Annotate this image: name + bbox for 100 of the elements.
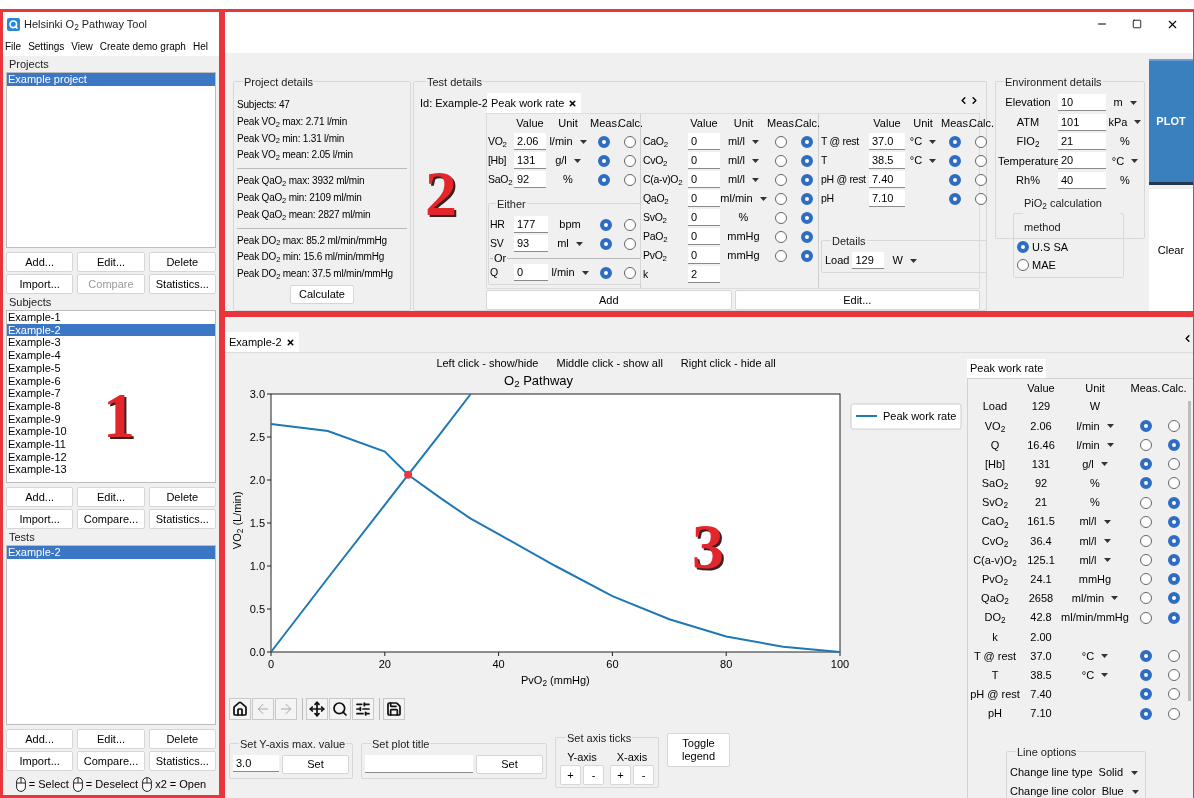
radio-button[interactable] — [624, 154, 636, 167]
radio-button[interactable] — [801, 154, 813, 167]
action-button[interactable]: Statistics... — [148, 274, 216, 294]
action-button[interactable]: Compare... — [77, 751, 145, 771]
radio-button[interactable] — [775, 230, 787, 243]
value-field[interactable]: 2.06 — [514, 133, 546, 150]
value-field[interactable]: 7.10 — [869, 190, 905, 207]
radio-button[interactable] — [624, 266, 636, 279]
action-button[interactable]: + — [560, 765, 581, 785]
value-field[interactable]: 0 — [688, 209, 720, 226]
radio-button[interactable] — [624, 218, 636, 231]
radio-button[interactable] — [801, 249, 813, 262]
dropdown[interactable]: Solid — [1098, 764, 1139, 781]
radio-button[interactable] — [624, 237, 636, 250]
radio-button[interactable] — [775, 173, 787, 186]
plot-button[interactable]: PLOT — [1149, 59, 1193, 185]
value-field[interactable]: 7.40 — [869, 171, 905, 188]
value-field[interactable]: 21 — [1058, 132, 1106, 150]
radio-button[interactable] — [949, 173, 961, 186]
radio-button[interactable] — [599, 237, 612, 250]
radio-button[interactable] — [1168, 496, 1180, 509]
list-item[interactable]: Example-2 — [7, 546, 215, 559]
action-button[interactable]: Import... — [6, 274, 74, 294]
radio-button[interactable] — [801, 211, 813, 224]
action-button[interactable]: Delete — [148, 729, 216, 749]
radio-button[interactable] — [1139, 458, 1152, 471]
value-field[interactable]: 131 — [514, 152, 546, 169]
radio-button[interactable] — [1168, 669, 1180, 682]
radio-button[interactable] — [1139, 554, 1152, 567]
action-button[interactable]: Edit... — [77, 487, 145, 507]
radio-button[interactable] — [1168, 477, 1180, 490]
radio-button[interactable] — [1139, 707, 1152, 720]
value-field[interactable]: 0 — [688, 247, 720, 264]
action-button[interactable]: Add... — [6, 252, 74, 272]
radio-button[interactable] — [1139, 515, 1152, 528]
radio-button[interactable] — [1017, 258, 1029, 271]
radio-button[interactable] — [1168, 707, 1180, 720]
action-button[interactable]: Add — [486, 290, 732, 310]
value-field[interactable]: 0 — [514, 264, 548, 281]
configure-tool[interactable] — [352, 698, 374, 720]
list-item[interactable]: Example-3 — [7, 336, 215, 350]
action-button[interactable]: Edit... — [734, 290, 980, 310]
menu-item[interactable]: File — [5, 38, 22, 54]
radio-button[interactable] — [1139, 611, 1152, 624]
value-field[interactable]: 0 — [688, 228, 720, 245]
radio-button[interactable] — [599, 218, 612, 231]
radio-button[interactable] — [1139, 534, 1152, 547]
radio-button[interactable] — [1168, 534, 1180, 547]
value-field[interactable]: 38.5 — [869, 152, 905, 169]
action-button[interactable]: Add... — [6, 487, 74, 507]
dropdown[interactable]: Blue — [1101, 783, 1139, 798]
radio-button[interactable] — [1168, 515, 1180, 528]
radio-button[interactable] — [975, 192, 987, 205]
radio-button[interactable] — [775, 211, 787, 224]
value-field[interactable]: 129 — [852, 252, 885, 269]
value-field[interactable]: 0 — [688, 190, 720, 207]
radio-button[interactable] — [1139, 650, 1152, 663]
list-item[interactable]: Example-2 — [7, 323, 215, 337]
chart-legend[interactable]: Peak work rate — [850, 403, 962, 430]
radio-button[interactable] — [1139, 477, 1152, 490]
radio-button[interactable] — [801, 192, 813, 205]
radio-button[interactable] — [949, 154, 961, 167]
radio-button[interactable] — [975, 135, 987, 148]
radio-button[interactable] — [1139, 688, 1152, 701]
radio-button[interactable] — [949, 135, 961, 148]
list-item[interactable]: Example-13 — [7, 463, 215, 477]
radio-button[interactable] — [1168, 438, 1180, 451]
value-field[interactable]: 10 — [1058, 94, 1106, 112]
value-field[interactable]: 37.0 — [869, 133, 905, 150]
radio-button[interactable] — [801, 230, 813, 243]
radio-button[interactable] — [624, 173, 636, 186]
radio-button[interactable] — [598, 173, 610, 186]
toggle-legend-button[interactable]: Toggle legend — [667, 733, 730, 767]
action-button[interactable]: + — [610, 765, 631, 785]
action-button[interactable]: Statistics... — [148, 751, 216, 771]
value-field[interactable]: 93 — [514, 235, 548, 252]
action-button[interactable]: Import... — [6, 509, 74, 529]
list-item[interactable]: Example-5 — [7, 361, 215, 375]
action-button[interactable]: Import... — [6, 751, 74, 771]
radio-button[interactable] — [598, 154, 610, 167]
value-field[interactable]: 40 — [1058, 171, 1106, 189]
radio-button[interactable] — [1168, 650, 1180, 663]
radio-button[interactable] — [1168, 592, 1180, 605]
menu-item[interactable]: Create demo graph — [99, 38, 186, 54]
radio-button[interactable] — [1139, 496, 1152, 509]
value-field[interactable]: 101 — [1058, 113, 1106, 131]
radio-button[interactable] — [1168, 419, 1180, 432]
list-item[interactable]: Example-4 — [7, 349, 215, 362]
value-field[interactable]: 0 — [688, 133, 720, 150]
action-button[interactable]: Set — [476, 755, 543, 774]
menu-item[interactable]: View — [71, 38, 93, 54]
radio-button[interactable] — [775, 192, 787, 205]
action-button[interactable]: Edit... — [77, 252, 145, 272]
value-field[interactable]: 92 — [514, 171, 546, 188]
action-button[interactable]: Edit... — [77, 729, 145, 749]
radio-button[interactable] — [1168, 688, 1180, 701]
radio-button[interactable] — [949, 192, 961, 205]
radio-button[interactable] — [624, 135, 636, 148]
radio-button[interactable] — [1168, 611, 1180, 624]
radio-button[interactable] — [1139, 419, 1152, 432]
